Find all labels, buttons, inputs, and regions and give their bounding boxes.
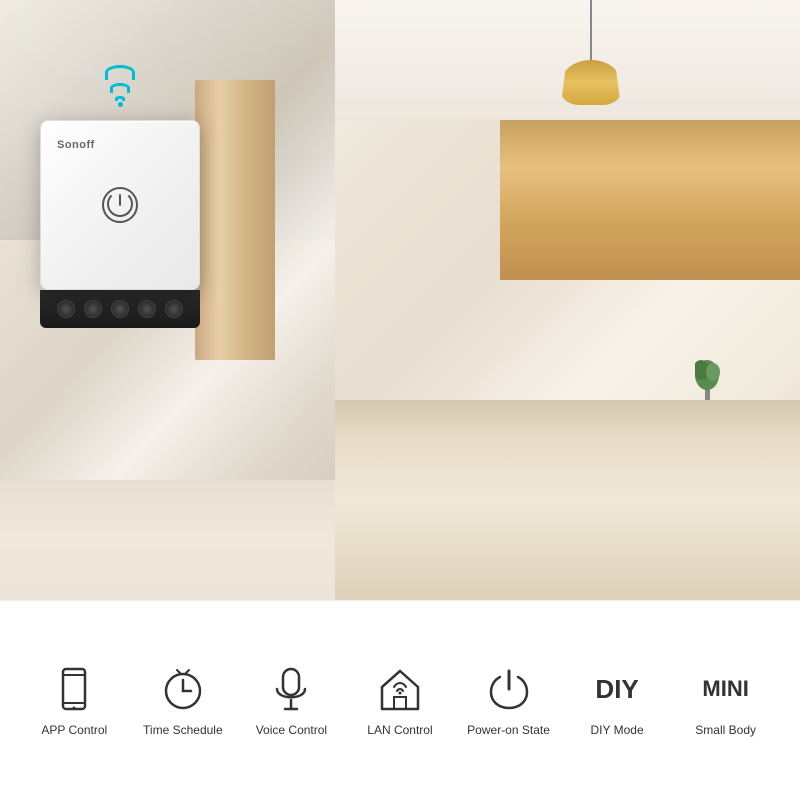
sonoff-device: Sonoff [40,120,200,328]
feature-power-on-state: Power-on State [464,665,554,737]
terminal-screw-5 [165,300,183,318]
feature-diy-mode: DIY DIY Mode [572,665,662,737]
brand-label: Sonoff [57,139,95,151]
time-schedule-icon [159,665,207,713]
small-body-label: Small Body [695,723,756,737]
terminal-screw-1 [57,300,75,318]
left-background: Sonoff [0,0,335,600]
power-on-state-icon [485,665,533,713]
feature-app-control: APP Control [29,665,119,737]
feature-small-body: MINI Small Body [681,665,771,737]
app-control-icon [50,665,98,713]
diy-mode-icon: DIY [593,665,641,713]
app-control-label: APP Control [41,723,107,737]
mini-icon: MINI [702,665,750,713]
device-terminal-base [40,290,200,328]
mini-text: MINI [702,665,748,713]
lan-control-label: LAN Control [367,723,432,737]
voice-control-label: Voice Control [256,723,327,737]
terminal-screw-2 [84,300,102,318]
voice-control-icon [267,665,315,713]
wifi-signal-icon [105,65,135,107]
features-bar: APP Control Time Schedule Voice Control [0,600,800,800]
plant-decoration [695,350,720,400]
power-button-icon [102,187,138,223]
feature-lan-control: LAN Control [355,665,445,737]
terminal-screw-3 [111,300,129,318]
feature-voice-control: Voice Control [246,665,336,737]
feature-time-schedule: Time Schedule [138,665,228,737]
time-schedule-label: Time Schedule [143,723,223,737]
power-on-state-label: Power-on State [467,723,550,737]
product-hero: Sonoff [0,0,800,600]
device-body: Sonoff [40,120,200,290]
terminal-screw-4 [138,300,156,318]
pendant-lamp [561,0,621,105]
right-background [335,0,800,600]
diy-text: DIY [595,665,638,713]
diy-mode-label: DIY Mode [591,723,644,737]
lan-control-icon [376,665,424,713]
